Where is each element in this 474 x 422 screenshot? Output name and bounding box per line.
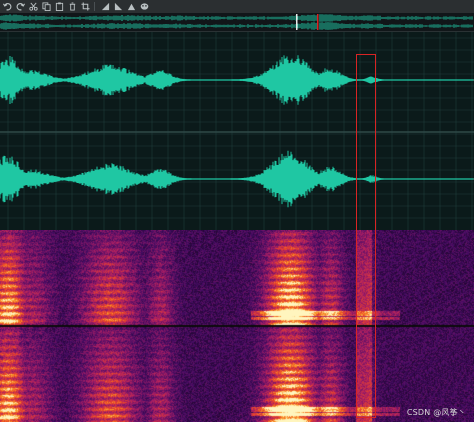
overview-waveform xyxy=(0,14,473,30)
watermark: CSDN @风筝丶 xyxy=(406,408,466,417)
selection-marker xyxy=(317,14,319,30)
crop-icon[interactable] xyxy=(80,2,91,12)
playhead-marker xyxy=(296,14,298,30)
redo-icon[interactable] xyxy=(15,2,26,12)
paste-icon[interactable] xyxy=(54,2,65,12)
copy-icon[interactable] xyxy=(41,2,52,12)
effects-icon[interactable] xyxy=(139,2,150,12)
waveform-view[interactable] xyxy=(0,32,474,230)
channel-2-waveform xyxy=(0,150,474,208)
spectrogram-canvas xyxy=(0,230,474,422)
waveform-grid xyxy=(0,32,474,230)
fade-in-icon[interactable] xyxy=(100,2,111,12)
overview-strip[interactable] xyxy=(0,13,474,32)
delete-icon[interactable] xyxy=(67,2,78,12)
cut-icon[interactable] xyxy=(28,2,39,12)
undo-icon[interactable] xyxy=(2,2,13,12)
channel-1-waveform xyxy=(0,55,474,105)
normalize-icon[interactable] xyxy=(126,2,137,12)
editor-toolbar xyxy=(0,0,474,13)
spectrogram-view[interactable] xyxy=(0,230,474,422)
overview-channel-1 xyxy=(0,14,473,22)
waveform-channels xyxy=(0,32,474,230)
fade-out-icon[interactable] xyxy=(113,2,124,12)
overview-channel-2 xyxy=(0,22,473,30)
toolbar-divider xyxy=(94,2,95,11)
